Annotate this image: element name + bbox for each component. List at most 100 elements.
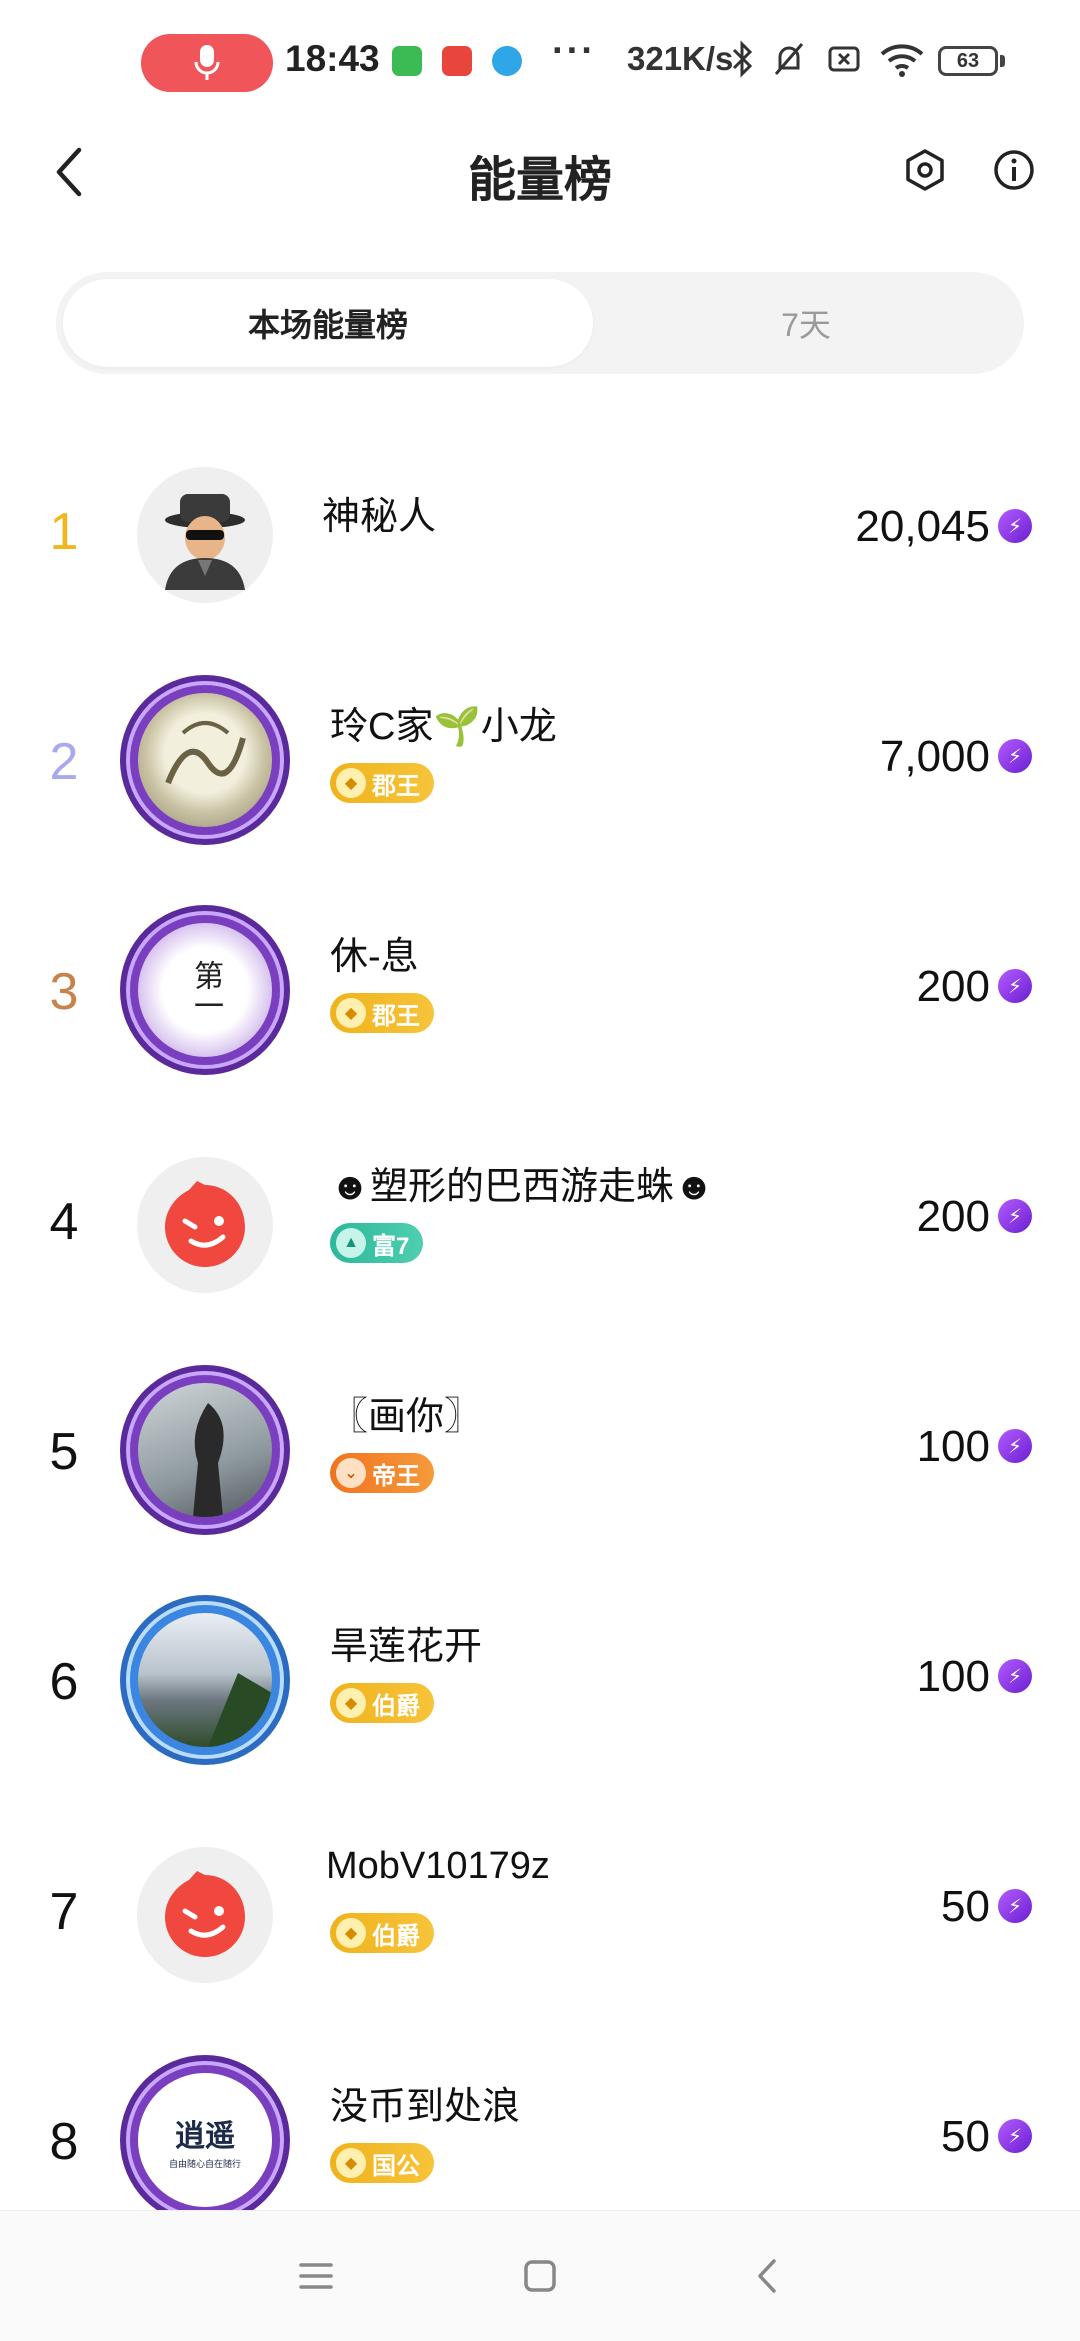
app-notification-icon	[442, 46, 472, 76]
battery-tip	[1000, 55, 1005, 67]
badge-label: 国公	[372, 2152, 420, 2180]
avatar[interactable]	[120, 450, 290, 620]
badge-label: 郡王	[372, 1002, 420, 1030]
avatar[interactable]: 逍遥 自由随心自在随行	[120, 2055, 290, 2225]
square-icon	[524, 2260, 556, 2292]
default-avatar	[137, 1157, 273, 1293]
info-icon	[994, 150, 1034, 190]
energy-score: 100	[916, 1422, 990, 1471]
more-notifications-icon: ···	[552, 30, 596, 72]
home-button[interactable]	[515, 2251, 565, 2301]
energy-score: 20,045	[855, 502, 990, 551]
ranking-row[interactable]: 4 ☻塑形的巴西游走蛛☻ ▲ 富7 200 ⚡	[0, 1110, 1080, 1340]
wealth-badge: ▲ 富7	[330, 1223, 424, 1263]
portrait-image	[193, 1403, 224, 1517]
energy-icon: ⚡	[998, 969, 1032, 1003]
avatar-caption: 自由随心自在随行	[168, 2158, 241, 2169]
diamond-icon: ◆	[336, 1688, 366, 1718]
rank-number: 4	[49, 1193, 79, 1251]
user-name: 玲C家🌱小龙	[330, 706, 557, 748]
default-avatar	[137, 1847, 273, 1983]
app-notification-icon	[392, 46, 422, 76]
app-notification-icon	[492, 46, 522, 76]
winking-face-icon	[165, 1181, 245, 1267]
avatar-frame: 逍遥 自由随心自在随行	[130, 2065, 280, 2215]
energy-icon: ⚡	[998, 509, 1032, 543]
avatar-frame	[130, 1375, 280, 1525]
energy-score: 200	[916, 1192, 990, 1241]
user-name: 没币到处浪	[330, 2086, 521, 2128]
energy-icon: ⚡	[998, 1659, 1032, 1693]
avatar-frame	[130, 685, 280, 835]
user-name: 〖画你〗	[330, 1396, 483, 1438]
battery-indicator: 63	[938, 46, 998, 76]
avatar[interactable]	[120, 1595, 290, 1765]
energy-icon: ⚡	[998, 739, 1032, 773]
rank-number: 1	[49, 503, 79, 561]
energy-icon: ⚡	[998, 1889, 1032, 1923]
ranking-row[interactable]: 5 〖画你〗 ⌄ 帝王 100 ⚡	[0, 1340, 1080, 1570]
bluetooth-icon	[732, 40, 753, 78]
ranking-row[interactable]: 1 神秘人 20,045 ⚡	[0, 420, 1080, 650]
avatar[interactable]	[120, 1830, 290, 2000]
ranking-row[interactable]: 3 第一 休-息 ◆ 郡王 200 ⚡	[0, 880, 1080, 1110]
badge-label: 伯爵	[372, 1692, 420, 1720]
top-bar: 能量榜	[0, 120, 1080, 220]
settings-button[interactable]	[897, 142, 953, 198]
ranking-row[interactable]: 2 玲C家🌱小龙 ◆ 郡王 7,000 ⚡	[0, 650, 1080, 880]
rank-number: 7	[49, 1883, 79, 1941]
avatar-calligraphy: 第一	[188, 960, 223, 1020]
rank-number: 5	[49, 1423, 79, 1481]
recent-apps-button[interactable]	[291, 2251, 341, 2301]
chevrons-icon: ⌄	[336, 1458, 366, 1488]
avatar[interactable]	[120, 1140, 290, 1310]
diamond-icon: ◆	[336, 998, 366, 1028]
energy-icon: ⚡	[998, 2119, 1032, 2153]
energy-score: 100	[916, 1652, 990, 1701]
status-bar: 18:43 ··· 321K/s 63	[0, 0, 1080, 120]
energy-score: 7,000	[879, 732, 990, 781]
incognito-icon	[165, 494, 245, 590]
level-badge: ⌄ 帝王	[330, 1453, 434, 1493]
avatar-calligraphy: 逍遥	[175, 2118, 235, 2154]
menu-icon	[299, 2263, 333, 2289]
avatar[interactable]: 第一	[120, 905, 290, 1075]
user-name: 休-息	[330, 936, 419, 978]
winking-face-icon	[165, 1871, 245, 1957]
rank-number: 3	[49, 963, 79, 1021]
system-navigation-bar	[0, 2210, 1080, 2341]
mute-bell-icon	[774, 43, 804, 75]
energy-score: 50	[941, 2112, 990, 2161]
avatar[interactable]	[120, 675, 290, 845]
microphone-icon	[194, 45, 220, 80]
badge-label: 富7	[372, 1232, 410, 1260]
rank-number: 6	[49, 1653, 79, 1711]
info-button[interactable]	[986, 142, 1042, 198]
rank-number: 2	[49, 733, 79, 791]
clock: 18:43	[285, 38, 380, 79]
energy-score: 200	[916, 962, 990, 1011]
avatar-frame: 第一	[130, 915, 280, 1065]
system-back-button[interactable]	[742, 2251, 792, 2301]
level-badge: ◆ 郡王	[330, 763, 434, 803]
ranking-tabs: 本场能量榜 7天	[56, 272, 1024, 374]
diamond-icon: ◆	[336, 1918, 366, 1948]
avatar[interactable]	[120, 1365, 290, 1535]
energy-icon: ⚡	[998, 1429, 1032, 1463]
avatar-frame	[130, 1605, 280, 1755]
energy-icon: ⚡	[998, 1199, 1032, 1233]
recording-indicator[interactable]	[141, 34, 273, 92]
tab-7-days[interactable]: 7天	[596, 279, 1016, 367]
badge-label: 伯爵	[372, 1922, 420, 1950]
user-name: 神秘人	[322, 496, 437, 538]
mystery-person-avatar	[137, 467, 273, 603]
dragon-image	[165, 721, 246, 785]
energy-score: 50	[941, 1882, 990, 1931]
triangle-icon: ▲	[336, 1228, 366, 1258]
tab-this-session[interactable]: 本场能量榜	[63, 279, 593, 367]
landscape-image	[208, 1673, 272, 1747]
ranking-row[interactable]: 7 MobV10179z ◆ 伯爵 50 ⚡	[0, 1800, 1080, 2030]
ranking-row[interactable]: 6 旱莲花开 ◆ 伯爵 100 ⚡	[0, 1570, 1080, 1800]
hexagon-settings-icon	[906, 149, 944, 191]
user-name: ☻塑形的巴西游走蛛☻	[330, 1166, 714, 1208]
